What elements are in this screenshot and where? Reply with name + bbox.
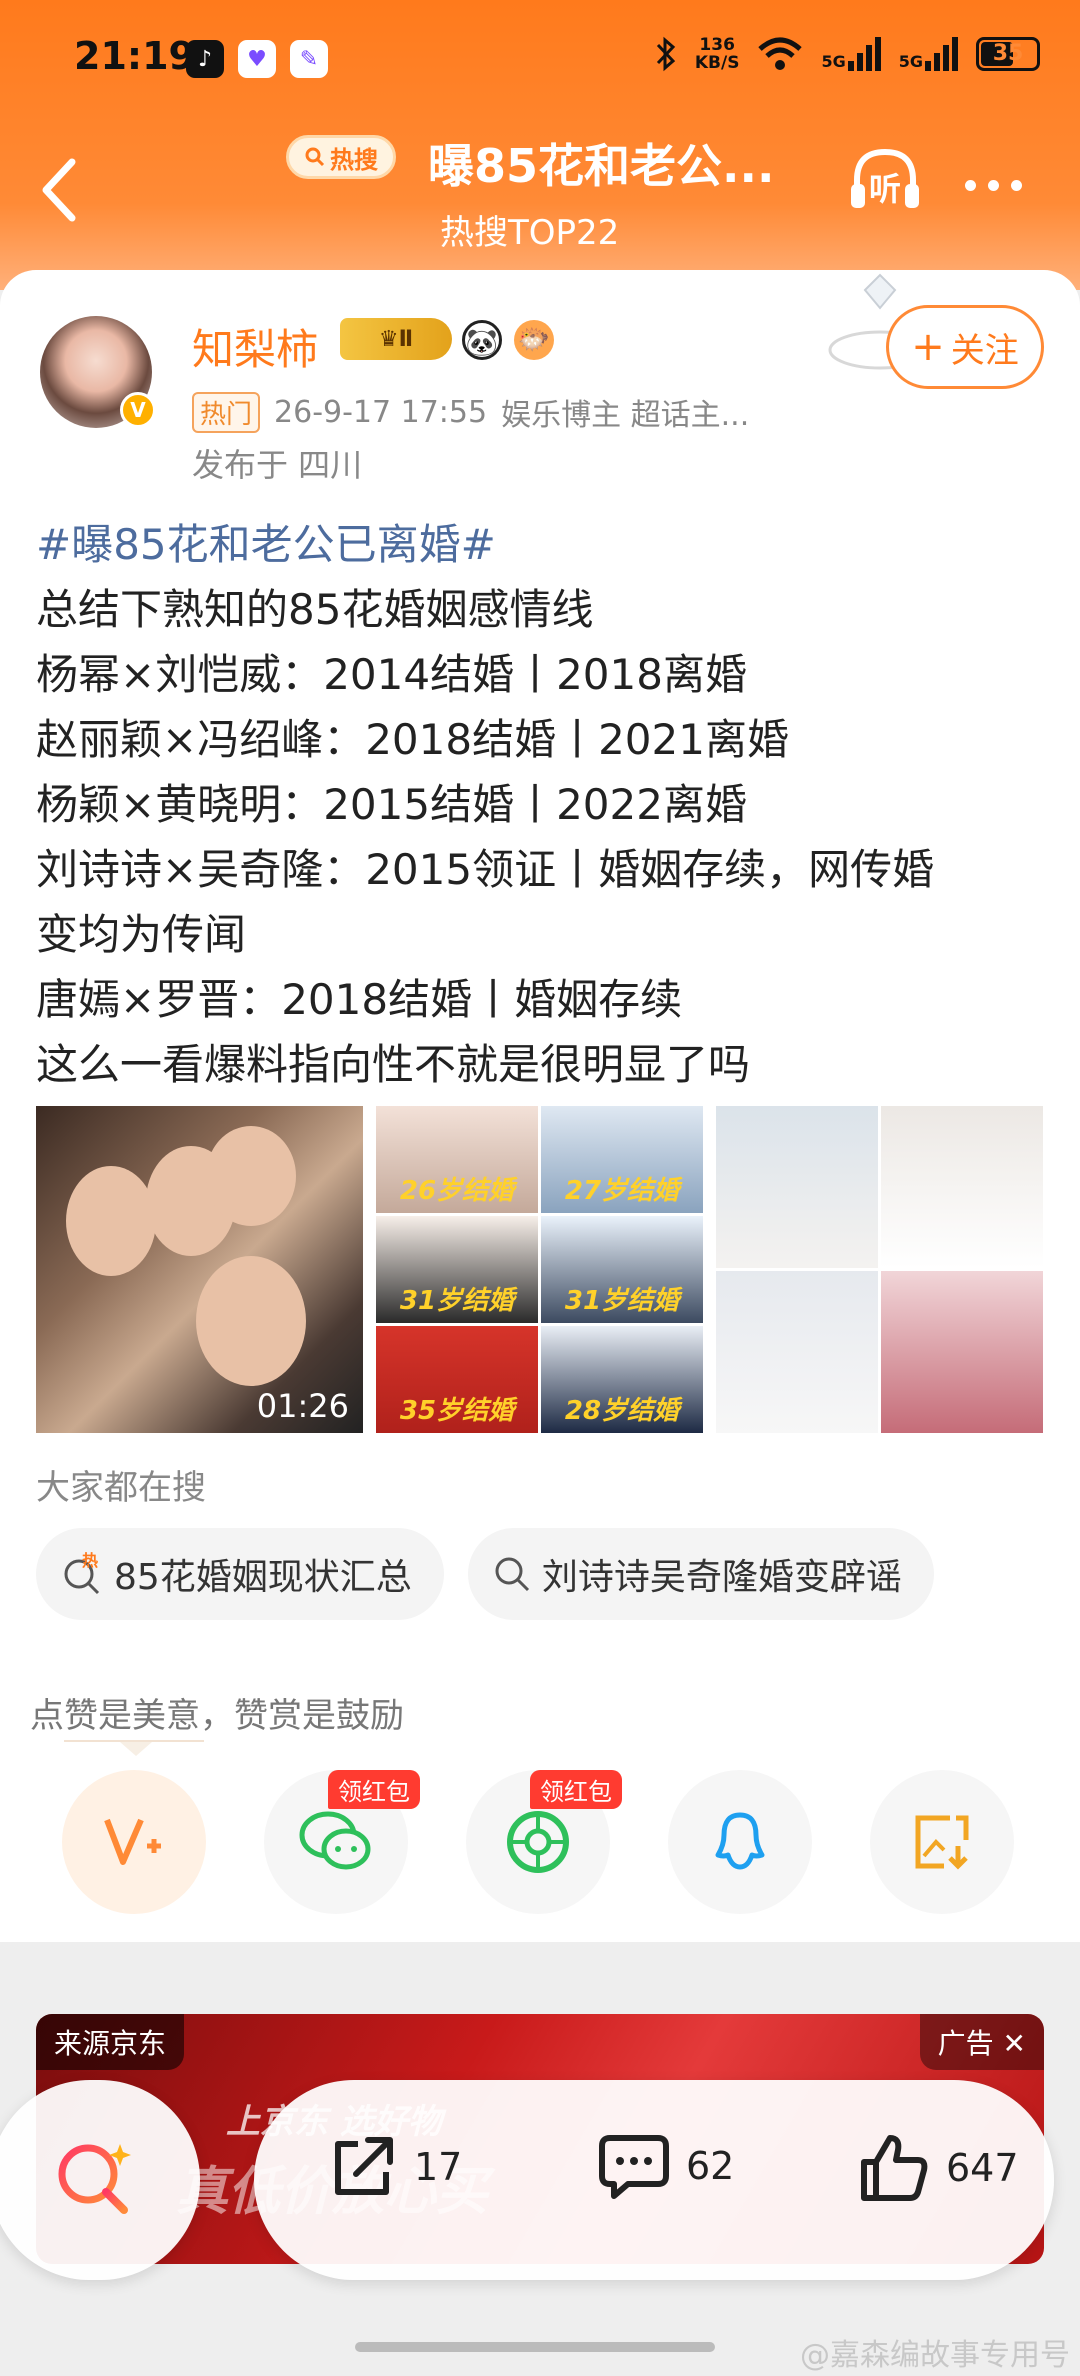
- bottom-action-bar: 17 62 647: [0, 2080, 1080, 2300]
- verified-badge-icon: V: [120, 392, 156, 428]
- content-line: 这么一看爆料指向性不就是很明显了吗: [36, 1040, 751, 1089]
- hot-search-icon: 热: [64, 1552, 100, 1595]
- close-icon: ✕: [1002, 2027, 1026, 2060]
- tiktok-icon: ♪: [186, 40, 224, 78]
- trending-search-title: 大家都在搜: [36, 1468, 206, 1508]
- listen-label: 听: [869, 170, 902, 208]
- image-collage-weddings[interactable]: 26岁结婚 27岁结婚 31岁结婚 31岁结婚 35岁结婚 28岁结婚: [376, 1106, 703, 1433]
- v-plus-icon: [104, 1818, 161, 1865]
- search-icon: [495, 1557, 529, 1592]
- status-time: 21:19: [74, 34, 195, 78]
- search-button[interactable]: [0, 2080, 200, 2280]
- media-grid: 01:26 26岁结婚 27岁结婚 31岁结婚 31岁结婚 35岁结婚 28岁结…: [36, 1106, 1043, 1433]
- username[interactable]: 知梨柿: [192, 316, 318, 377]
- content-line: 赵丽颖×冯绍峰：2018结婚丨2021离婚: [36, 715, 789, 764]
- like-button[interactable]: 647: [856, 2130, 1019, 2206]
- content-line: 变均为传闻: [36, 910, 247, 959]
- content-line: 杨幂×刘恺威：2014结婚丨2018离婚: [36, 650, 747, 699]
- follow-button[interactable]: + 关注: [886, 305, 1044, 389]
- share-qq-button[interactable]: [668, 1770, 812, 1914]
- wechat-icon: [299, 1811, 371, 1870]
- signal-sim1-icon: 5G: [821, 37, 881, 71]
- home-indicator[interactable]: [355, 2342, 715, 2352]
- share-icon: [335, 2137, 393, 2195]
- post-actions: 17 62 647: [254, 2080, 1054, 2280]
- share-moments-button[interactable]: 领红包: [466, 1770, 622, 1914]
- reward-button[interactable]: [62, 1770, 206, 1914]
- search-suggestion[interactable]: 热 85花婚姻现状汇总: [36, 1528, 444, 1620]
- content-line: 刘诗诗×吴奇隆：2015领证丨婚姻存续，网传婚: [36, 845, 935, 894]
- post-date: 26-9-17 17:55: [274, 394, 488, 430]
- save-image-icon: [915, 1815, 969, 1870]
- author-identity: 娱乐博主 超话主...: [501, 398, 750, 433]
- magic-search-icon: [58, 2144, 131, 2214]
- status-right: 136 KB/S 5G 5G 35: [655, 36, 1040, 72]
- red-packet-tag: 领红包: [530, 1770, 622, 1809]
- back-arrow-icon[interactable]: [32, 150, 92, 230]
- more-options-icon[interactable]: [965, 180, 1022, 191]
- pufferfish-icon: 🐡: [514, 320, 554, 360]
- weibo-app-icon: ♥: [238, 40, 276, 78]
- bluetooth-icon: [656, 36, 676, 72]
- hot-search-badge: 热搜: [286, 135, 396, 179]
- ad-label[interactable]: 广告 ✕: [919, 2014, 1044, 2070]
- share-wechat-button[interactable]: 领红包: [264, 1770, 420, 1914]
- red-packet-tag: 领红包: [328, 1770, 420, 1809]
- plus-icon: +: [911, 324, 945, 370]
- notification-icons: ♪ ♥ ✎: [186, 40, 328, 78]
- status-bar: 21:19 ♪ ♥ ✎ 136 KB/S 5G 5G 35: [0, 30, 1080, 90]
- content-line: 总结下熟知的85花婚姻感情线: [36, 585, 594, 634]
- share-row: 领红包 领红包: [62, 1770, 1014, 1914]
- post-content: #曝85花和老公已离婚# 总结下熟知的85花婚姻感情线 杨幂×刘恺威：2014结…: [36, 512, 1056, 1097]
- qq-icon: [715, 1812, 765, 1870]
- ad-source: 来源京东: [36, 2014, 185, 2070]
- network-speed: 136 KB/S: [694, 35, 740, 73]
- post-meta: 热门 26-9-17 17:55 娱乐博主 超话主...: [192, 390, 749, 434]
- content-line: 杨颖×黄晓明：2015结婚丨2022离婚: [36, 780, 747, 829]
- like-count: 647: [946, 2146, 1019, 2190]
- hot-tag: 热门: [192, 391, 261, 433]
- content-line: 唐嫣×罗晋：2018结婚丨婚姻存续: [36, 975, 683, 1024]
- video-thumbnail[interactable]: 01:26: [36, 1106, 363, 1433]
- comment-button[interactable]: 62: [596, 2130, 734, 2202]
- search-suggestion[interactable]: 刘诗诗吴奇隆婚变辟谣: [467, 1528, 934, 1620]
- thumbs-up-icon: [861, 2135, 928, 2201]
- save-image-button[interactable]: [870, 1770, 1014, 1914]
- signal-sim2-icon: 5G: [899, 37, 958, 71]
- vip-crown-badge-icon: ♛ Ⅱ: [340, 318, 452, 360]
- image-collage-brides[interactable]: [716, 1106, 1043, 1433]
- post-location: 发布于 四川: [192, 446, 363, 484]
- listen-button[interactable]: 听: [845, 140, 925, 220]
- watermark: @嘉森编故事专用号: [800, 2338, 1070, 2373]
- reward-caption: 点赞是美意，赞赏是鼓励: [30, 1696, 404, 1736]
- moments-icon: [507, 1811, 569, 1873]
- header: 21:19 ♪ ♥ ✎ 136 KB/S 5G 5G 35 热搜 曝85花和老公…: [0, 0, 1080, 290]
- reward-pointer: [120, 1742, 152, 1756]
- notes-app-icon: ✎: [290, 40, 328, 78]
- svg-text:热: 热: [82, 1552, 98, 1570]
- video-duration: 01:26: [256, 1387, 349, 1425]
- search-icon: [305, 147, 325, 167]
- page-title: 曝85花和老公...: [428, 139, 775, 193]
- battery-icon: 35: [976, 37, 1040, 71]
- repost-button[interactable]: 17: [326, 2130, 462, 2204]
- wifi-icon: [758, 37, 803, 70]
- panda-icon: 🐼: [462, 320, 502, 360]
- topic-hashtag[interactable]: #曝85花和老公已离婚#: [36, 512, 1056, 577]
- comment-count: 62: [686, 2144, 735, 2188]
- comment-icon: [599, 2135, 669, 2199]
- trending-search-list: 热 85花婚姻现状汇总 刘诗诗吴奇隆婚变辟谣: [36, 1528, 934, 1620]
- repost-count: 17: [414, 2145, 463, 2189]
- page-subtitle: 热搜TOP22: [440, 213, 620, 253]
